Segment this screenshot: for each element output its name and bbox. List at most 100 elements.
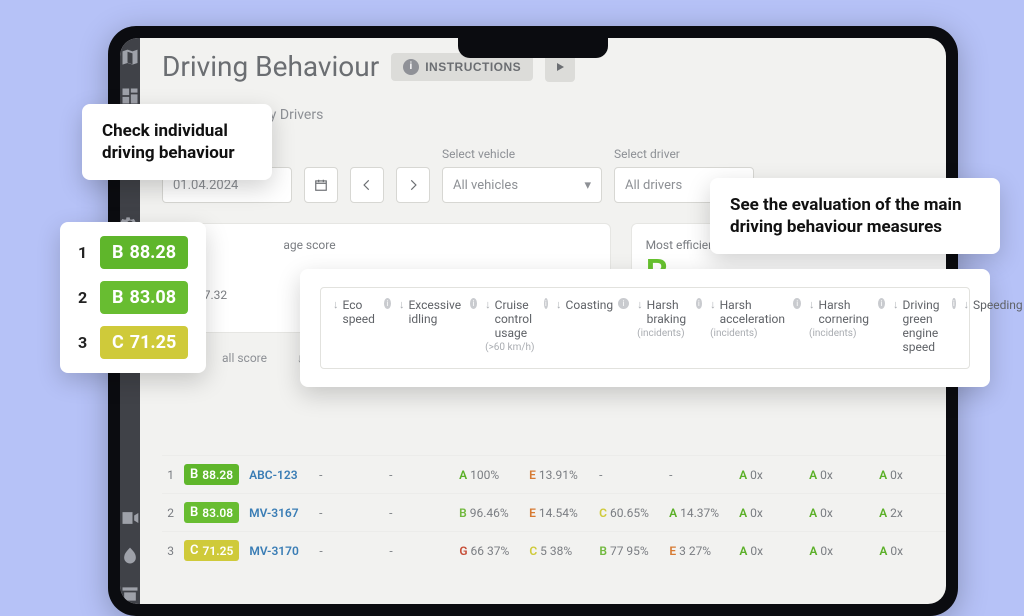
metric-sublabel: (incidents)	[637, 328, 702, 339]
score-strip: 1 B 88.28 2 B83.08 3 C 71.25	[60, 222, 206, 373]
metric-label: Coasting	[566, 298, 614, 312]
score-rank: 2	[78, 288, 90, 307]
col-overall-score[interactable]: all score	[222, 351, 267, 365]
score-grade: B	[112, 242, 124, 263]
play-icon	[554, 61, 566, 73]
metric-column[interactable]: ↓Eco speedi	[329, 298, 395, 354]
row-score-badge: B 83.08	[184, 502, 239, 523]
driver-select-value: All drivers	[625, 178, 682, 193]
sort-arrow-icon: ↓	[710, 298, 716, 311]
metric-column[interactable]: ↓Excessive idling i	[395, 298, 481, 354]
metric-cell: -	[389, 468, 449, 482]
metric-cell: G 66 37%	[459, 544, 519, 558]
info-icon[interactable]: i	[696, 298, 703, 309]
metric-cell: E 14.54%	[529, 506, 589, 520]
metric-column[interactable]: ↓ Harsh acceleration i (incidents)	[706, 298, 805, 354]
metric-cell: E 13.91%	[529, 468, 589, 482]
metric-label: Speeding	[973, 298, 1023, 312]
calendar-button[interactable]	[304, 167, 338, 203]
metric-cell: C 60.65%	[599, 506, 659, 520]
row-rank: 2	[162, 506, 174, 520]
score-item: 2 B83.08	[78, 281, 188, 314]
table-row: 3C 71.25MV-3170--G 66 37%C 5 38%B 77 95%…	[162, 531, 946, 569]
sort-arrow-icon: ↓	[399, 298, 405, 311]
vehicle-link[interactable]: MV-3167	[249, 506, 309, 520]
row-score-badge: B 88.28	[184, 464, 239, 485]
sort-arrow-icon: ↓	[809, 298, 815, 311]
metric-cell: A 0x	[739, 506, 799, 520]
date-next-button[interactable]	[396, 167, 430, 203]
metric-cell: A 0x	[809, 468, 869, 482]
map-icon[interactable]	[120, 48, 140, 68]
metric-label: Harsh cornering	[819, 298, 874, 326]
avg-score-label: age score	[177, 238, 596, 252]
metric-cell: -	[389, 544, 449, 558]
metric-cell: -	[319, 544, 379, 558]
score-value: 88.28	[130, 242, 177, 263]
metric-label: Excessive idling	[408, 298, 464, 326]
metric-cell: A 100%	[459, 468, 519, 482]
info-icon[interactable]: i	[952, 298, 955, 309]
score-item: 3 C 71.25	[78, 326, 188, 359]
metric-label: Harsh acceleration	[720, 298, 789, 326]
metric-label: Cruise control usage	[495, 298, 539, 340]
device-notch	[458, 38, 608, 58]
metric-cell: A 0x	[879, 468, 939, 482]
vehicle-select-value: All vehicles	[453, 178, 518, 193]
metric-cell: -	[319, 468, 379, 482]
archive-icon[interactable]	[120, 584, 140, 604]
metric-column[interactable]: ↓Harsh corneringi(incidents)	[805, 298, 889, 354]
score-value: 71.25	[130, 332, 177, 353]
chevron-right-icon	[406, 178, 420, 192]
dashboard-icon[interactable]	[120, 86, 140, 106]
metric-column[interactable]: ↓Speedingi	[960, 298, 1024, 354]
calendar-icon	[314, 178, 328, 192]
sort-arrow-icon: ↓	[485, 298, 491, 311]
score-grade: C	[112, 332, 124, 353]
vehicle-link[interactable]: MV-3170	[249, 544, 309, 558]
metric-cell: A 0x	[809, 506, 869, 520]
info-icon[interactable]: i	[384, 298, 391, 309]
info-icon[interactable]: i	[618, 298, 629, 309]
metric-column[interactable]: ↓Coastingi	[552, 298, 633, 354]
score-badge: B83.08	[100, 281, 188, 314]
score-rank: 3	[78, 333, 90, 352]
metric-cell: B 77 95%	[599, 544, 659, 558]
info-icon[interactable]: i	[878, 298, 885, 309]
video-icon[interactable]	[120, 508, 140, 528]
metric-cell: -	[319, 506, 379, 520]
tab-by-drivers[interactable]: by Drivers	[162, 107, 946, 123]
page-title: Driving Behaviour	[162, 50, 379, 83]
score-badge: C 71.25	[100, 326, 188, 359]
eco-icon[interactable]	[120, 546, 140, 566]
metric-cell: A 14.37%	[669, 506, 729, 520]
table-row: 2B 83.08MV-3167--B 96.46%E 14.54%C 60.65…	[162, 493, 946, 531]
metric-cell: A 0x	[739, 544, 799, 558]
table-row: 1B 88.28ABC-123--A 100%E 13.91%--A 0xA 0…	[162, 455, 946, 493]
vehicle-link[interactable]: ABC-123	[249, 468, 309, 482]
metric-column[interactable]: ↓Harsh brakingi(incidents)	[633, 298, 706, 354]
metric-cell: E 3 27%	[669, 544, 729, 558]
metric-cell: B 96.46%	[459, 506, 519, 520]
date-prev-button[interactable]	[350, 167, 384, 203]
info-icon[interactable]: i	[544, 298, 548, 309]
row-score-badge: C 71.25	[184, 540, 239, 561]
row-rank: 3	[162, 544, 174, 558]
caret-down-icon: ▾	[584, 178, 591, 193]
driver-filter-label: Select driver	[614, 147, 754, 161]
vehicle-select[interactable]: All vehicles ▾	[442, 167, 602, 203]
info-icon[interactable]: i	[470, 298, 477, 309]
metric-cell: C 5 38%	[529, 544, 589, 558]
metrics-panel: ↓Eco speedi↓Excessive idlingi↓Cruise con…	[300, 269, 990, 387]
sort-arrow-icon: ↓	[637, 298, 643, 311]
chevron-left-icon	[360, 178, 374, 192]
callout-measures: See the evaluation of the main driving b…	[710, 178, 1000, 254]
metric-sublabel: (>60 km/h)	[485, 342, 548, 353]
metric-sublabel: (incidents)	[710, 328, 801, 339]
score-rank: 1	[78, 243, 90, 262]
metric-cell: -	[669, 468, 729, 482]
info-icon[interactable]: i	[793, 298, 801, 309]
metric-column[interactable]: ↓ Cruise control usage i (>60 km/h)	[481, 298, 552, 354]
metric-cell: -	[599, 468, 659, 482]
metric-column[interactable]: ↓Driving green engine speedi	[889, 298, 959, 354]
